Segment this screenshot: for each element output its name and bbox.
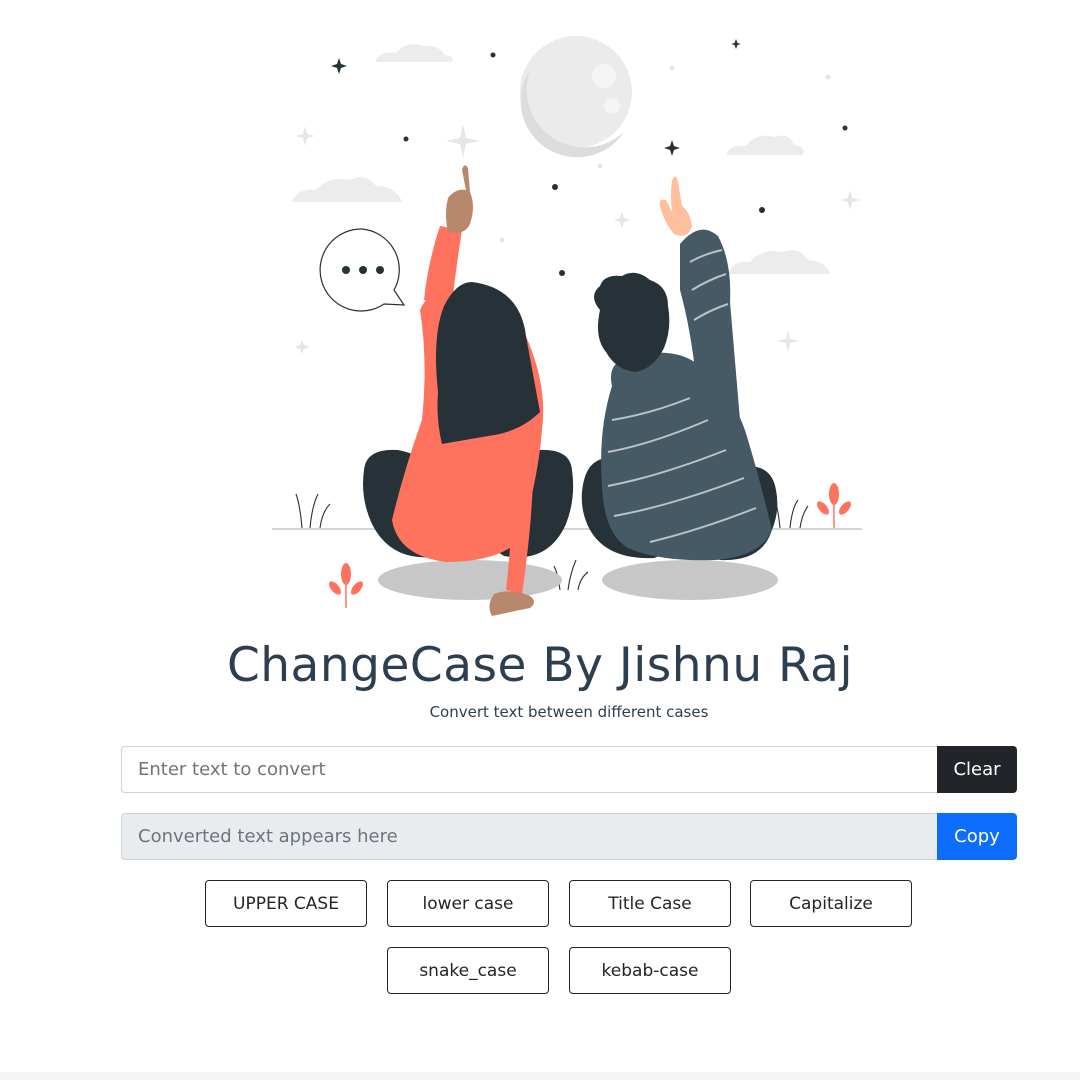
snake-case-button[interactable]: snake_case <box>387 947 549 994</box>
speech-bubble-icon <box>319 228 406 312</box>
footer-band <box>0 1072 1080 1080</box>
girl-figure <box>363 165 574 616</box>
hero-illustration <box>272 36 862 616</box>
capitalize-button[interactable]: Capitalize <box>750 880 912 927</box>
girl-shadow <box>378 560 562 600</box>
title-case-button[interactable]: Title Case <box>569 880 731 927</box>
moon-icon <box>520 36 632 158</box>
clear-button[interactable]: Clear <box>937 746 1017 793</box>
boy-figure <box>581 176 778 561</box>
upper-case-button[interactable]: UPPER CASE <box>205 880 367 927</box>
input-group: Clear <box>121 746 1017 793</box>
page-subtitle: Convert text between different cases <box>429 703 709 721</box>
text-input[interactable] <box>121 746 937 793</box>
copy-button[interactable]: Copy <box>937 813 1017 860</box>
output-group: Copy <box>121 813 1017 860</box>
boy-shadow <box>602 560 778 600</box>
page-title: ChangeCase By Jishnu Raj <box>226 638 854 693</box>
kebab-case-button[interactable]: kebab-case <box>569 947 731 994</box>
lower-case-button[interactable]: lower case <box>387 880 549 927</box>
output-field[interactable] <box>121 813 937 860</box>
